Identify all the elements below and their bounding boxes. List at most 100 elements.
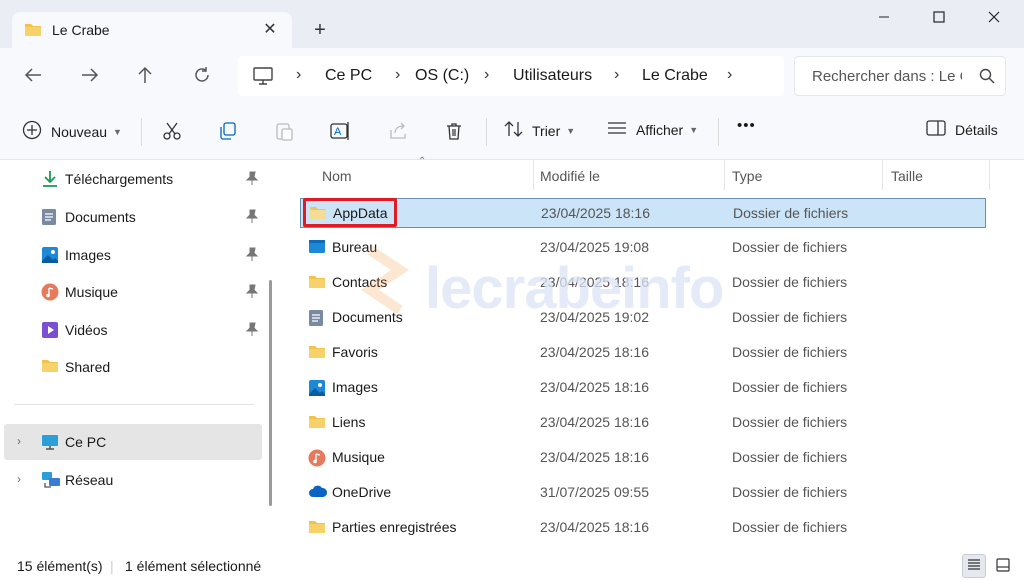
more-options-button[interactable]: •••	[737, 117, 756, 134]
breadcrumb-utilisateurs[interactable]: Utilisateurs	[513, 67, 592, 85]
file-type: Dossier de fichiers	[732, 449, 848, 465]
column-divider[interactable]	[533, 160, 534, 190]
rename-button[interactable]: A	[329, 120, 353, 144]
file-type: Dossier de fichiers	[732, 344, 848, 360]
plus-circle-icon	[22, 120, 42, 143]
column-header-type[interactable]: Type	[732, 168, 762, 184]
column-divider[interactable]	[882, 160, 883, 190]
computer-icon	[253, 67, 273, 88]
table-row[interactable]: OneDrive 31/07/2025 09:55 Dossier de fic…	[300, 478, 986, 508]
table-row[interactable]: Parties enregistrées 23/04/2025 18:16 Do…	[300, 513, 986, 543]
rename-icon: A	[330, 121, 352, 144]
status-bar: 15 élément(s) | 1 élément sélectionné	[0, 550, 1024, 581]
table-row[interactable]: Liens 23/04/2025 18:16 Dossier de fichie…	[300, 408, 986, 438]
column-divider[interactable]	[724, 160, 725, 190]
pin-icon[interactable]	[245, 284, 259, 301]
close-tab-button[interactable]: ✕	[258, 18, 282, 42]
scissors-icon	[162, 121, 182, 144]
column-header-modifie[interactable]: Modifié le	[540, 168, 600, 184]
file-type: Dossier de fichiers	[732, 274, 848, 290]
sidebar-item-documents[interactable]: Documents	[0, 199, 262, 235]
file-name: Musique	[332, 449, 385, 465]
watermark-text: lecrabeinfo	[425, 256, 724, 321]
table-row[interactable]: Favoris 23/04/2025 18:16 Dossier de fich…	[300, 338, 986, 368]
close-window-button[interactable]	[970, 0, 1018, 36]
sidebar-item-telechargements[interactable]: Téléchargements	[0, 161, 262, 197]
file-date: 23/04/2025 18:16	[541, 205, 650, 221]
trash-icon	[444, 121, 464, 144]
column-header-taille[interactable]: Taille	[891, 168, 923, 184]
refresh-button[interactable]	[186, 60, 218, 92]
new-button[interactable]: Nouveau ▼	[22, 120, 122, 143]
divider	[141, 118, 142, 146]
table-row[interactable]: AppData 23/04/2025 18:16 Dossier de fich…	[300, 198, 986, 228]
images-icon	[308, 379, 326, 396]
divider	[486, 118, 487, 146]
file-date: 23/04/2025 18:16	[540, 519, 649, 535]
tab-title: Le Crabe	[52, 22, 110, 38]
breadcrumb-le-crabe[interactable]: Le Crabe	[642, 67, 708, 85]
delete-button[interactable]	[442, 120, 466, 144]
maximize-button[interactable]	[915, 0, 963, 36]
table-row[interactable]: Musique 23/04/2025 18:16 Dossier de fich…	[300, 443, 986, 473]
close-icon	[988, 10, 1000, 26]
new-tab-button[interactable]: +	[306, 16, 334, 44]
sidebar-item-label: Ce PC	[65, 434, 107, 450]
view-button[interactable]: Afficher ▼	[607, 120, 698, 139]
details-pane-button[interactable]: Détails	[926, 120, 998, 139]
pin-icon[interactable]	[245, 247, 259, 264]
breadcrumb-separator: ›	[395, 66, 401, 83]
sort-button[interactable]: Trier ▼	[504, 120, 575, 141]
images-icon	[41, 246, 59, 264]
forward-button[interactable]	[74, 60, 106, 92]
sidebar-item-musique[interactable]: Musique	[0, 274, 262, 310]
file-date: 23/04/2025 18:16	[540, 414, 649, 430]
sidebar-item-label: Téléchargements	[65, 171, 174, 187]
sort-label: Trier	[532, 122, 561, 139]
table-row[interactable]: Images 23/04/2025 18:16 Dossier de fichi…	[300, 373, 986, 403]
new-label: Nouveau	[51, 123, 108, 140]
folder-icon	[308, 414, 326, 430]
cut-button[interactable]	[160, 120, 184, 144]
share-button[interactable]	[386, 120, 410, 144]
file-list: ⌃ Nom Modifié le Type Taille AppData 23/…	[284, 156, 1004, 550]
column-header-nom[interactable]: Nom	[322, 168, 352, 184]
sidebar-item-images[interactable]: Images	[0, 237, 262, 273]
minimize-button[interactable]	[860, 0, 908, 36]
chevron-right-icon[interactable]: ›	[17, 472, 21, 486]
list-view-icon	[607, 120, 627, 139]
pin-icon[interactable]	[245, 322, 259, 339]
file-date: 23/04/2025 18:16	[540, 379, 649, 395]
sidebar-item-reseau[interactable]: › Réseau	[0, 462, 262, 498]
sidebar-item-label: Shared	[65, 359, 111, 375]
details-pane-icon	[926, 120, 946, 139]
breadcrumb-ce-pc[interactable]: Ce PC	[325, 67, 372, 85]
highlight-annotation	[303, 198, 397, 227]
address-bar[interactable]: › Ce PC › OS (C:) › Utilisateurs › Le Cr…	[238, 56, 784, 96]
details-view-button[interactable]	[962, 554, 986, 578]
network-icon	[41, 471, 60, 489]
tab-le-crabe[interactable]: Le Crabe ✕	[12, 12, 292, 48]
documents-icon	[308, 309, 326, 326]
sidebar-scrollbar[interactable]	[269, 280, 272, 506]
tiles-view-button[interactable]	[991, 554, 1015, 578]
breadcrumb-separator: ›	[296, 66, 302, 83]
back-button[interactable]	[17, 60, 49, 92]
up-button[interactable]	[129, 60, 161, 92]
breadcrumb-os-c[interactable]: OS (C:)	[415, 67, 469, 85]
file-name: Liens	[332, 414, 366, 430]
breadcrumb-expand[interactable]: ›	[727, 66, 732, 84]
details-label: Détails	[955, 121, 998, 138]
search-input[interactable]: Rechercher dans : Le Crabe	[794, 56, 1006, 96]
paste-button[interactable]	[272, 120, 296, 144]
pin-icon[interactable]	[245, 171, 259, 188]
chevron-right-icon[interactable]: ›	[17, 434, 21, 448]
sidebar-item-ce-pc[interactable]: › Ce PC	[4, 424, 262, 460]
pin-icon[interactable]	[245, 209, 259, 226]
sidebar-item-videos[interactable]: Vidéos	[0, 312, 262, 348]
sidebar-item-shared[interactable]: Shared	[0, 349, 262, 385]
column-divider[interactable]	[989, 160, 990, 190]
tiles-view-icon	[996, 557, 1010, 575]
copy-button[interactable]	[216, 120, 240, 144]
file-name: Images	[332, 379, 378, 395]
